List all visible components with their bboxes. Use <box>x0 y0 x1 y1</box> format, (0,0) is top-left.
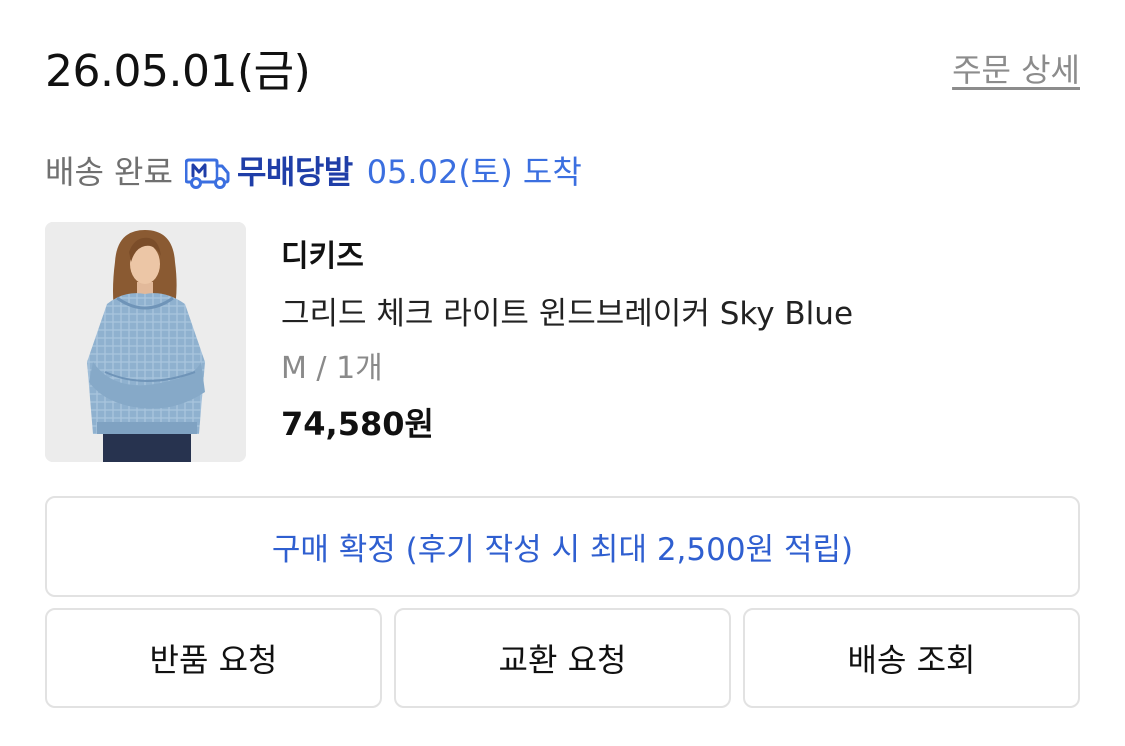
exchange-request-button[interactable]: 교환 요청 <box>394 608 731 708</box>
product-price: 74,580원 <box>281 405 434 443</box>
product-name[interactable]: 그리드 체크 라이트 윈드브레이커 Sky Blue <box>281 293 853 335</box>
delivery-status: 배송 완료 <box>45 153 173 191</box>
arrival-date: 05.02(토) 도착 <box>366 153 582 191</box>
product-brand[interactable]: 디키즈 <box>281 236 853 278</box>
delivery-service-name: 무배당발 <box>236 153 353 191</box>
confirm-purchase-button[interactable]: 구매 확정 (후기 작성 시 최대 2,500원 적립) <box>45 496 1080 597</box>
delivery-tracking-button[interactable]: 배송 조회 <box>743 608 1080 708</box>
order-detail-link[interactable]: 주문 상세 <box>952 50 1080 90</box>
delivery-status-row: 배송 완료 무배당발 05.02(토) 도착 <box>45 150 582 194</box>
m-delivery-truck-icon <box>184 155 231 189</box>
product-info: 디키즈 그리드 체크 라이트 윈드브레이커 Sky Blue M / 1개 74… <box>281 236 853 445</box>
order-date: 26.05.01(금) <box>45 46 311 97</box>
return-request-button[interactable]: 반품 요청 <box>45 608 382 708</box>
product-image[interactable] <box>45 222 246 462</box>
product-option: M / 1개 <box>281 351 383 386</box>
